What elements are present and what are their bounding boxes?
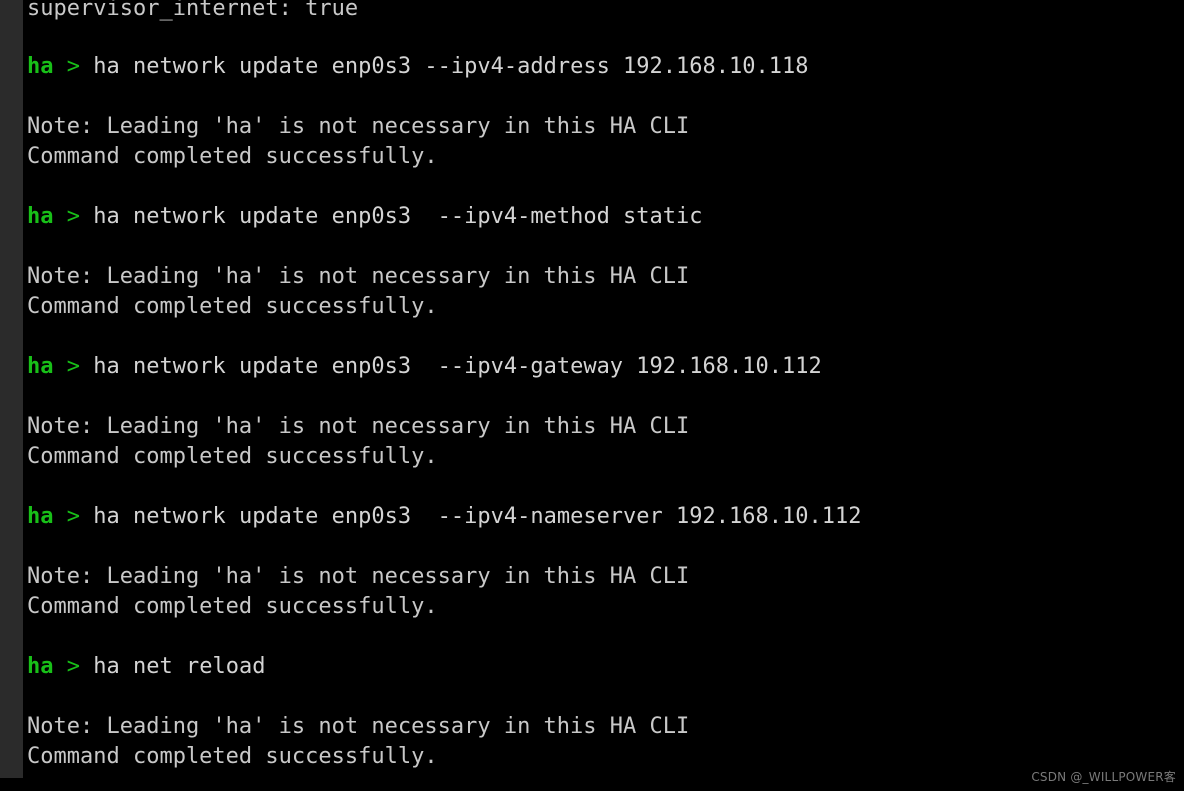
- terminal-window[interactable]: supervisor_internet: true ha > ha networ…: [0, 0, 1184, 791]
- terminal-command-line[interactable]: ha > ha network update enp0s3 --ipv4-met…: [27, 202, 1184, 232]
- terminal-output-line: Command completed successfully.: [27, 594, 438, 619]
- terminal-output-line: Note: Leading 'ha' is not necessary in t…: [27, 714, 690, 739]
- command-text: ha network update enp0s3 --ipv4-method s…: [93, 204, 703, 229]
- prompt-user: ha: [27, 204, 54, 229]
- terminal-output-line: Note: Leading 'ha' is not necessary in t…: [27, 264, 690, 289]
- terminal-output-line: Note: Leading 'ha' is not necessary in t…: [27, 414, 690, 439]
- prompt-user: ha: [27, 654, 54, 679]
- prompt-arrow-icon: >: [66, 354, 80, 379]
- terminal-output-line: Command completed successfully.: [27, 294, 438, 319]
- prompt-user: ha: [27, 354, 54, 379]
- terminal-command-line[interactable]: ha > ha network update enp0s3 --ipv4-add…: [27, 52, 1184, 82]
- prompt-arrow-icon: >: [66, 504, 80, 529]
- command-text: ha network update enp0s3 --ipv4-address …: [93, 54, 809, 79]
- prompt-arrow-icon: >: [66, 204, 80, 229]
- prompt-user: ha: [27, 54, 54, 79]
- terminal-output-line: Command completed successfully.: [27, 144, 438, 169]
- prompt-user: ha: [27, 504, 54, 529]
- terminal-output-line: Note: Leading 'ha' is not necessary in t…: [27, 564, 690, 589]
- terminal-output-line: Command completed successfully.: [27, 444, 438, 469]
- terminal-screen[interactable]: supervisor_internet: true ha > ha networ…: [23, 0, 1184, 791]
- command-text: ha net reload: [93, 654, 266, 679]
- csdn-watermark: CSDN @_WILLPOWER客: [1031, 770, 1176, 784]
- prompt-arrow-icon: >: [66, 654, 80, 679]
- terminal-output-line: supervisor_internet: true: [27, 0, 359, 21]
- command-text: ha network update enp0s3 --ipv4-gateway …: [93, 354, 822, 379]
- terminal-output-line: Command completed successfully.: [27, 744, 438, 769]
- terminal-command-line[interactable]: ha > ha net reload: [27, 652, 1184, 682]
- command-text: ha network update enp0s3 --ipv4-nameserv…: [93, 504, 862, 529]
- prompt-arrow-icon: >: [66, 54, 80, 79]
- window-left-gutter: [0, 0, 23, 778]
- terminal-command-line[interactable]: ha > ha network update enp0s3 --ipv4-gat…: [27, 352, 1184, 382]
- terminal-output-line: Note: Leading 'ha' is not necessary in t…: [27, 114, 690, 139]
- terminal-command-line[interactable]: ha > ha network update enp0s3 --ipv4-nam…: [27, 502, 1184, 532]
